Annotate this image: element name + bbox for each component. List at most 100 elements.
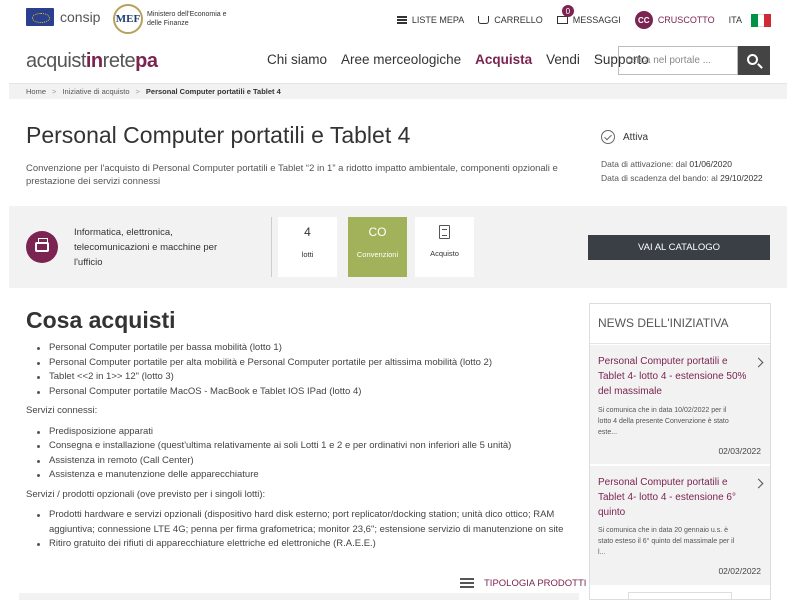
news-title[interactable]: Personal Computer portatili e Tablet 4- … — [598, 475, 748, 520]
services-list: Predisposizione apparati Consegna e inst… — [26, 425, 576, 483]
top-bar: consip MEF Ministero dell'Economia e del… — [0, 0, 799, 38]
list-item: Personal Computer portatile per alta mob… — [37, 356, 576, 371]
expiry-row: Data di scadenza del bando: al 29/10/202… — [601, 171, 763, 185]
news-body: Si comunica che in data 10/02/2022 per i… — [598, 407, 729, 436]
dates-info: Data di attivazione: dal 01/06/2020 Data… — [601, 157, 763, 185]
news-item[interactable]: Personal Computer portatili e Tablet 4- … — [590, 344, 770, 464]
liste-mepa-label: LISTE MEPA — [411, 15, 465, 25]
chevron-right-icon — [753, 478, 764, 489]
list-icon — [396, 16, 407, 24]
acquisto-label: Acquisto — [430, 249, 459, 258]
expiry-date: 29/10/2022 — [720, 173, 763, 183]
acquisto-stat[interactable]: Acquisto — [415, 217, 474, 277]
consip-label: consip — [60, 9, 101, 25]
optional-heading: Servizi / prodotti opzionali (ove previs… — [26, 488, 266, 500]
lotti-label: lotti — [301, 250, 314, 259]
messaggi-link[interactable]: 0 MESSAGGI — [556, 5, 621, 25]
search-input[interactable]: cerca nel portale ... — [618, 46, 738, 75]
page-title: Personal Computer portatili e Tablet 4 — [26, 122, 411, 148]
top-actions: LISTE MEPA CARRELLO 0 MESSAGGI CC CRUSCO… — [383, 5, 772, 29]
language-selector[interactable]: ITA — [728, 13, 772, 27]
search-button[interactable] — [738, 46, 770, 75]
list-item: Ritiro gratuito dei rifiuti di apparecch… — [37, 537, 576, 552]
cruscotto-label: CRUSCOTTO — [657, 15, 715, 25]
page-description: Convenzione per l'acquisto di Personal C… — [26, 163, 558, 187]
category-name: Informatica, elettronica, telecomunicazi… — [74, 227, 218, 268]
optional-list: Prodotti hardware e servizi opzionali (d… — [26, 508, 576, 552]
tipologia-prodotti-link[interactable]: TIPOLOGIA PRODOTTI — [460, 577, 586, 589]
mef-logo[interactable]: MEF Ministero dell'Economia e delle Fina… — [113, 4, 237, 34]
nav-chi-siamo[interactable]: Chi siamo — [267, 52, 327, 67]
brand-part-acquist: acquist — [26, 50, 86, 72]
status-badge: Attiva — [601, 130, 648, 144]
list-item: Consegna e installazione (quest'ultima r… — [37, 439, 576, 454]
search-icon — [747, 53, 758, 65]
convenzioni-label: Convenzioni — [356, 250, 399, 259]
nav-links: Chi siamo Aree merceologiche Acquista Ve… — [267, 52, 649, 67]
brand-part-in: in — [85, 50, 103, 72]
italian-flag-icon — [751, 13, 772, 27]
main-navbar: acquistinretepa Chi siamo Aree merceolog… — [9, 38, 787, 84]
bottom-bar — [19, 593, 579, 600]
status-label: Attiva — [623, 131, 649, 143]
list-item: Personal Computer portatile MacOS - MacB… — [37, 385, 576, 400]
news-date: 02/03/2022 — [718, 446, 761, 456]
breadcrumb: Home > Iniziative di acquisto > Personal… — [9, 84, 787, 99]
breadcrumb-separator: > — [52, 87, 57, 96]
news-panel: NEWS DELL'INIZIATIVA Personal Computer p… — [589, 303, 771, 600]
avatar: CC — [634, 11, 653, 29]
vai-al-catalogo-button[interactable]: VAI AL CATALOGO — [588, 235, 770, 260]
mail-icon — [556, 16, 568, 24]
news-date: 02/02/2022 — [718, 566, 761, 576]
language-label: ITA — [728, 15, 742, 25]
consip-logo[interactable]: consip — [26, 8, 100, 26]
carrello-link[interactable]: CARRELLO — [478, 15, 543, 25]
convenzioni-stat[interactable]: CO Convenzioni — [348, 217, 407, 277]
news-heading: NEWS DELL'INIZIATIVA — [590, 304, 770, 344]
messaggi-label: MESSAGGI — [572, 15, 621, 25]
check-circle-icon — [601, 130, 615, 144]
list-item: Assistenza e manutenzione delle apparecc… — [37, 468, 576, 483]
mef-emblem-icon: MEF — [113, 4, 143, 34]
brand-part-rete: rete — [102, 50, 136, 72]
convenzioni-code: CO — [368, 225, 387, 239]
category-strip: Informatica, elettronica, telecomunicazi… — [9, 206, 787, 288]
printer-glyph — [35, 238, 49, 252]
breadcrumb-home[interactable]: Home — [26, 87, 46, 96]
activation-date: 01/06/2020 — [689, 159, 732, 169]
breadcrumb-separator: > — [135, 87, 140, 96]
activation-label: Data di attivazione: dal — [601, 159, 687, 169]
list-item: Prodotti hardware e servizi opzionali (d… — [37, 508, 576, 537]
activation-row: Data di attivazione: dal 01/06/2020 — [601, 157, 763, 171]
services-heading: Servizi connessi: — [26, 405, 98, 416]
cosa-acquisti-content: Personal Computer portatile per bassa mo… — [26, 341, 576, 552]
acquistinretepa-logo[interactable]: acquistinretepa — [26, 50, 158, 73]
lotti-stat: 4 lotti — [278, 217, 337, 277]
brand-part-pa: pa — [135, 50, 158, 72]
list-item: Assistenza in remoto (Call Center) — [37, 454, 576, 469]
eu-flag-icon — [26, 8, 54, 26]
messages-count-badge: 0 — [561, 5, 574, 17]
nav-aree-merceologiche[interactable]: Aree merceologiche — [341, 52, 461, 67]
news-body: Si comunica che in data 20 gennaio u.s. … — [598, 527, 735, 556]
document-icon — [439, 225, 450, 239]
lotti-count: 4 — [304, 225, 311, 239]
breadcrumb-current: Personal Computer portatili e Tablet 4 — [145, 87, 281, 96]
list-item: Personal Computer portatile per bassa mo… — [37, 341, 576, 356]
breadcrumb-iniziative[interactable]: Iniziative di acquisto — [62, 87, 129, 96]
divider — [271, 217, 272, 277]
chevron-right-icon — [753, 357, 764, 368]
cruscotto-link[interactable]: CC CRUSCOTTO — [634, 11, 715, 29]
carrello-label: CARRELLO — [494, 15, 543, 25]
nav-acquista[interactable]: Acquista — [475, 52, 532, 67]
news-title[interactable]: Personal Computer portatili e Tablet 4- … — [598, 354, 748, 399]
liste-mepa-link[interactable]: LISTE MEPA — [396, 15, 465, 25]
tipologia-label: TIPOLOGIA PRODOTTI — [484, 577, 587, 589]
news-pagination-stub — [628, 592, 732, 599]
nav-vendi[interactable]: Vendi — [546, 52, 580, 67]
cosa-acquisti-title: Cosa acquisti — [26, 307, 176, 333]
list-item: Tablet <<2 in 1>> 12" (lotto 3) — [37, 370, 576, 385]
news-item[interactable]: Personal Computer portatili e Tablet 4- … — [590, 465, 770, 585]
mef-text: Ministero dell'Economia e delle Finanze — [147, 11, 227, 27]
list-item: Predisposizione apparati — [37, 425, 576, 440]
